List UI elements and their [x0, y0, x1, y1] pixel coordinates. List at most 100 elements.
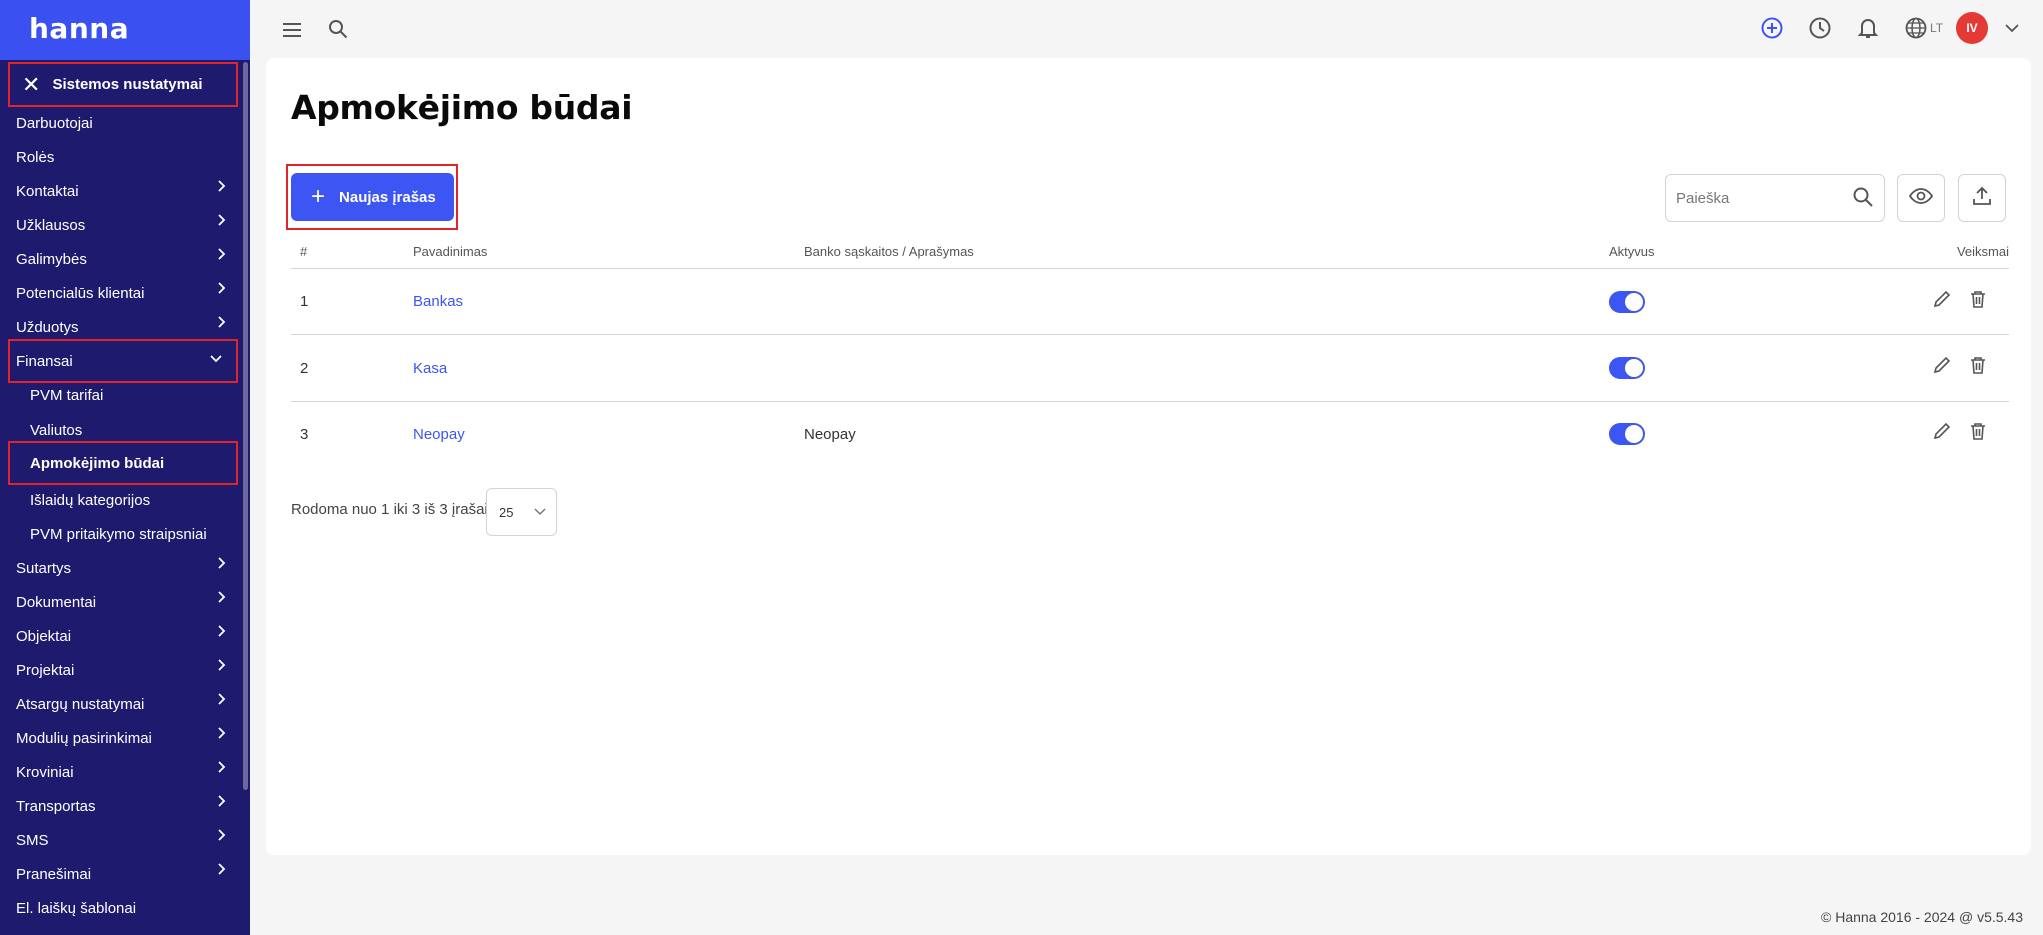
sidebar-item-potencialus-klientai[interactable]: Potencialūs klientai: [0, 278, 240, 308]
row-number: 2: [300, 360, 309, 377]
chevron-right-icon: [218, 315, 226, 332]
chevron-right-icon: [218, 624, 226, 641]
active-toggle[interactable]: [1609, 357, 1645, 379]
chevron-down-icon[interactable]: [2002, 18, 2022, 38]
menu-icon[interactable]: [280, 18, 304, 42]
row-description: Neopay: [804, 426, 856, 443]
sidebar-item-objektai[interactable]: Objektai: [0, 621, 240, 651]
upload-icon: [1972, 186, 1992, 211]
sidebar-item-roles[interactable]: Rolės: [0, 142, 240, 172]
sidebar-item-dokumentai[interactable]: Dokumentai: [0, 587, 240, 617]
pagination-info: Rodoma nuo 1 iki 3 iš 3 įrašai: [291, 501, 488, 518]
chevron-right-icon: [218, 794, 226, 811]
row-name-link[interactable]: Neopay: [413, 426, 465, 443]
sidebar-item-pranesimai[interactable]: Pranešimai: [0, 859, 240, 889]
row-divider: [291, 334, 2009, 335]
sidebar-item-transportas[interactable]: Transportas: [0, 791, 240, 821]
sidebar-item-label: Darbuotojai: [16, 114, 93, 132]
chevron-right-icon: [218, 760, 226, 777]
eye-icon: [1908, 187, 1934, 209]
content-card: Apmokėjimo būdai + Naujas įrašas # Pavad…: [266, 58, 2031, 855]
sidebar-item-label: El. laiškų šablonai: [16, 899, 137, 917]
language-label[interactable]: LT: [1930, 18, 1943, 38]
sidebar-item-atsargu-nustatymai[interactable]: Atsargų nustatymai: [0, 689, 240, 719]
export-button[interactable]: [1958, 174, 2006, 222]
sidebar-item-label: Galimybės: [16, 250, 87, 268]
sidebar: hanna ✕ Sistemos nustatymai Darbuotojai R…: [0, 0, 250, 935]
page-title: Apmokėjimo būdai: [291, 88, 633, 127]
sidebar-item-projektai[interactable]: Projektai: [0, 655, 240, 685]
sidebar-item-uzklausos[interactable]: Užklausos: [0, 210, 240, 240]
visibility-button[interactable]: [1897, 174, 1945, 222]
edit-icon[interactable]: [1931, 420, 1953, 442]
column-header-name[interactable]: Pavadinimas: [413, 244, 487, 259]
new-record-button[interactable]: + Naujas įrašas: [291, 173, 454, 221]
close-icon[interactable]: ✕: [22, 73, 40, 96]
search-field[interactable]: [1665, 174, 1885, 222]
sidebar-item-pvm-tarifai[interactable]: PVM tarifai: [0, 380, 240, 410]
chevron-right-icon: [218, 179, 226, 196]
row-name-link[interactable]: Kasa: [413, 360, 447, 377]
sidebar-item-label: Sutartys: [16, 559, 72, 577]
sidebar-item-label: Išlaidų kategorijos: [30, 491, 151, 509]
sidebar-item-sutartys[interactable]: Sutartys: [0, 553, 240, 583]
sidebar-item-label: Kroviniai: [16, 763, 74, 781]
new-record-button-label: Naujas įrašas: [339, 188, 436, 206]
row-name-link[interactable]: Bankas: [413, 293, 463, 310]
active-toggle[interactable]: [1609, 291, 1645, 313]
add-circle-icon[interactable]: [1759, 15, 1785, 41]
sidebar-item-label: Projektai: [16, 661, 75, 679]
topbar: LT IV: [250, 0, 2043, 58]
sidebar-item-label: Finansai: [16, 352, 73, 370]
sidebar-item-label: Objektai: [16, 627, 72, 645]
search-input[interactable]: [1676, 189, 1846, 207]
sidebar-item-galimybes[interactable]: Galimybės: [0, 244, 240, 274]
chevron-right-icon: [218, 658, 226, 675]
sidebar-scrollbar[interactable]: [243, 62, 248, 790]
sidebar-item-darbuotojai[interactable]: Darbuotojai: [0, 108, 240, 138]
sidebar-item-kroviniai[interactable]: Kroviniai: [0, 757, 240, 787]
search-icon[interactable]: [326, 17, 350, 41]
globe-icon[interactable]: [1903, 15, 1929, 41]
column-header-description[interactable]: Banko sąskaitos / Aprašymas: [804, 244, 974, 259]
delete-icon[interactable]: [1967, 420, 1989, 442]
page-size-value: 25: [499, 504, 514, 520]
row-divider: [291, 401, 2009, 402]
delete-icon[interactable]: [1967, 288, 1989, 310]
sidebar-item-el-laisku-sablonai[interactable]: El. laiškų šablonai: [0, 893, 240, 923]
sidebar-item-kontaktai[interactable]: Kontaktai: [0, 176, 240, 206]
edit-icon[interactable]: [1931, 354, 1953, 376]
active-toggle[interactable]: [1609, 423, 1645, 445]
row-number: 3: [300, 426, 309, 443]
sidebar-item-apmokejimo-budai[interactable]: Apmokėjimo būdai: [8, 441, 238, 485]
logo[interactable]: hanna: [29, 12, 129, 45]
sidebar-section-title-label: Sistemos nustatymai: [52, 76, 203, 93]
header-divider: [291, 268, 2009, 269]
sidebar-item-finansai[interactable]: Finansai: [8, 339, 238, 383]
sidebar-item-label: PVM pritaikymo straipsniai: [30, 525, 207, 543]
chevron-right-icon: [218, 726, 226, 743]
sidebar-section-title[interactable]: ✕ Sistemos nustatymai: [8, 62, 238, 107]
sidebar-item-uzduotys[interactable]: Užduotys: [0, 312, 240, 342]
sidebar-item-islaidu-kategorijos[interactable]: Išlaidų kategorijos: [0, 485, 240, 515]
delete-icon[interactable]: [1967, 354, 1989, 376]
column-header-active[interactable]: Aktyvus: [1609, 244, 1655, 259]
page-size-select[interactable]: 25: [486, 488, 557, 536]
sidebar-item-label: SMS: [16, 831, 49, 849]
column-header-actions: Veiksmai: [1956, 244, 2009, 259]
row-number: 1: [300, 293, 309, 310]
sidebar-item-label: Dokumentai: [16, 593, 97, 611]
plus-icon: +: [311, 183, 326, 210]
chevron-right-icon: [218, 590, 226, 607]
avatar[interactable]: IV: [1956, 12, 1988, 44]
chevron-right-icon: [218, 862, 226, 879]
search-icon[interactable]: [1852, 186, 1874, 212]
clock-icon[interactable]: [1807, 15, 1833, 41]
sidebar-item-moduliu-pasirinkimai[interactable]: Modulių pasirinkimai: [0, 723, 240, 753]
sidebar-item-pvm-pritaikymo-straipsniai[interactable]: PVM pritaikymo straipsniai: [0, 519, 240, 549]
bell-icon[interactable]: [1855, 15, 1881, 41]
chevron-right-icon: [218, 556, 226, 573]
edit-icon[interactable]: [1931, 288, 1953, 310]
sidebar-item-sms[interactable]: SMS: [0, 825, 240, 855]
chevron-right-icon: [218, 247, 226, 264]
